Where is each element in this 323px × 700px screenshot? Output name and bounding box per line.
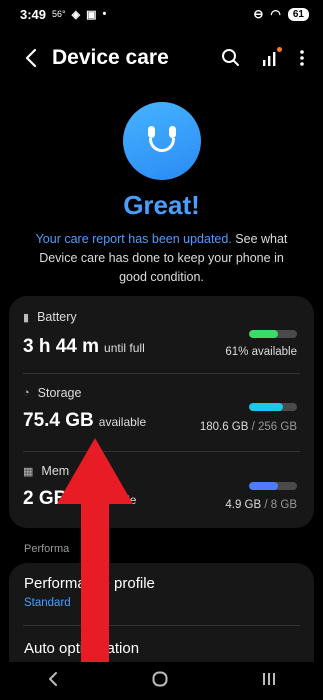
home-nav-icon[interactable] [151, 670, 169, 693]
battery-label-group: ▮ Battery [23, 310, 77, 324]
bars-chart-icon[interactable] [261, 44, 282, 80]
status-left: 3:49 56° ◈ ▣ • [20, 7, 106, 22]
notification-icon: ◈ [71, 8, 81, 21]
storage-suffix: available [98, 415, 147, 429]
memory-used: 4.9 GB [225, 499, 262, 511]
temperature-text: 56° [52, 9, 66, 19]
face-eye-left [148, 126, 155, 138]
more-vert-icon[interactable] [299, 44, 305, 80]
auto-optimization-item[interactable]: Auto optimization [24, 640, 139, 657]
memory-label: Mem [41, 464, 70, 478]
page-title: Device care [52, 46, 169, 69]
face-eye-right [169, 126, 176, 138]
smiley-face-icon [123, 102, 201, 180]
battery-level-fill [249, 330, 279, 338]
storage-level-fill [249, 403, 284, 411]
report-text: Your care report has been updated. See w… [28, 230, 295, 287]
memory-icon: ▦ [23, 465, 34, 478]
storage-label: Storage [37, 386, 82, 400]
app-bar: Device care [0, 36, 323, 80]
storage-label-group: ◔ Storage [23, 386, 81, 400]
dot-icon: • [102, 8, 107, 20]
back-arrow-icon[interactable] [18, 44, 46, 72]
status-bar: 3:49 56° ◈ ▣ • ⊖ ◠ 61 [0, 0, 323, 28]
section-header-performance: Performa [24, 543, 70, 555]
storage-usage: 180.6 GB / 256 GB [200, 421, 297, 433]
navigation-bar [0, 662, 323, 700]
back-nav-icon[interactable] [46, 670, 60, 693]
storage-used: 180.6 GB [199, 421, 249, 433]
battery-available: 61% available [225, 346, 297, 358]
report-link[interactable]: Your care report has been updated. [36, 232, 232, 246]
app-bar-actions [221, 44, 305, 80]
memory-row[interactable]: ▦ Mem 2 GB ble 4.9 GB / 8 GB [9, 452, 314, 528]
memory-usage: 4.9 GB / 8 GB [225, 499, 297, 511]
dnd-icon: ⊖ [253, 7, 264, 21]
battery-value-group: 3 h 44 m until full [23, 336, 145, 358]
performance-profile-title: Performance profile [24, 575, 155, 592]
settings-card: Performance profile Standard Auto optimi… [9, 563, 314, 673]
memory-suffix: ble [120, 493, 137, 507]
memory-label-group: ▦ Mem [23, 464, 69, 478]
notification-dot [277, 47, 282, 52]
screenshot-icon: ▣ [86, 8, 97, 21]
memory-value-group: 2 GB ble [23, 488, 136, 510]
battery-suffix: until full [104, 341, 145, 355]
wifi-icon: ◠ [270, 7, 281, 21]
face-mouth [149, 138, 175, 152]
battery-icon: ▮ [23, 311, 30, 324]
search-icon[interactable] [221, 44, 241, 80]
storage-total: / 256 GB [251, 421, 297, 433]
memory-total: / 8 GB [264, 499, 297, 511]
battery-row[interactable]: ▮ Battery 3 h 44 m until full 61% availa… [9, 296, 314, 373]
storage-row[interactable]: ◔ Storage 75.4 GB available 180.6 GB / 2… [9, 374, 314, 451]
storage-level-bar [249, 403, 297, 411]
memory-level-bar [249, 482, 297, 490]
device-status-card: ▮ Battery 3 h 44 m until full 61% availa… [9, 296, 314, 528]
divider [23, 625, 300, 626]
memory-value: 2 GB [23, 488, 68, 509]
battery-time: 3 h 44 m [23, 336, 100, 357]
memory-level-fill [249, 482, 279, 490]
status-time: 3:49 [20, 6, 47, 22]
battery-label: Battery [37, 310, 77, 324]
storage-icon: ◔ [23, 387, 30, 399]
status-right: ⊖ ◠ 61 [253, 7, 309, 21]
storage-value-group: 75.4 GB available [23, 410, 146, 432]
battery-level-bar [249, 330, 297, 338]
recents-nav-icon[interactable] [260, 670, 278, 693]
storage-value: 75.4 GB [23, 410, 94, 431]
battery-indicator: 61 [287, 7, 309, 21]
status-headline: Great! [123, 190, 200, 220]
performance-profile-value: Standard [24, 597, 71, 609]
